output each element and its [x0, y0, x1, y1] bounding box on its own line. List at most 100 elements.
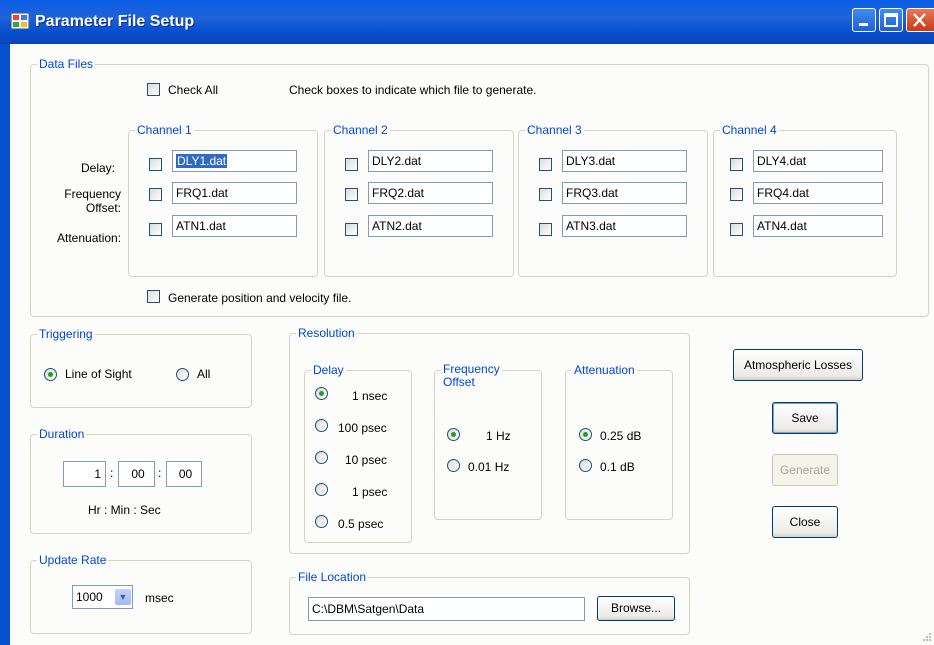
- position-velocity-label: Generate position and velocity file.: [168, 291, 352, 305]
- channel-3-group: Channel 3 DLY3.dat FRQ3.dat ATN3.dat: [518, 123, 708, 277]
- channel-3-freq-field[interactable]: FRQ3.dat: [562, 182, 687, 204]
- data-files-label: Data Files: [37, 57, 96, 71]
- channel-3-atten-checkbox[interactable]: [539, 223, 552, 236]
- duration-sep-1: :: [110, 466, 114, 480]
- offset-row-label: Offset:: [85, 201, 121, 215]
- window-frame: [0, 44, 10, 645]
- title-bar[interactable]: Parameter File Setup: [0, 0, 934, 44]
- atten-0-1db-radio[interactable]: [579, 459, 592, 472]
- trigger-all-label: All: [197, 367, 211, 381]
- delay-1nsec-label: 1 nsec: [352, 389, 388, 403]
- delay-0-5psec-radio[interactable]: [315, 515, 328, 528]
- channel-2-group: Channel 2 DLY2.dat FRQ2.dat ATN2.dat: [324, 123, 514, 277]
- channel-3-label: Channel 3: [525, 123, 584, 137]
- channel-2-freq-checkbox[interactable]: [345, 188, 358, 201]
- generate-button[interactable]: Generate: [772, 454, 838, 486]
- resize-grip-icon[interactable]: [920, 630, 932, 642]
- channel-4-freq-field[interactable]: FRQ4.dat: [753, 182, 883, 204]
- close-window-button[interactable]: [906, 8, 934, 32]
- client-area: Data Files Check All Check boxes to indi…: [10, 44, 934, 645]
- channel-4-freq-checkbox[interactable]: [730, 188, 743, 201]
- channel-1-freq-field[interactable]: FRQ1.dat: [172, 182, 297, 204]
- minimize-button[interactable]: [852, 8, 876, 32]
- channel-2-atten-field[interactable]: ATN2.dat: [368, 215, 493, 237]
- channel-4-delay-checkbox[interactable]: [730, 158, 743, 171]
- maximize-button[interactable]: [879, 8, 903, 32]
- triggering-group: Triggering Line of Sight All: [30, 327, 252, 408]
- channel-1-delay-checkbox[interactable]: [149, 158, 162, 171]
- save-button[interactable]: Save: [772, 402, 838, 434]
- close-button[interactable]: Close: [772, 506, 838, 538]
- channel-3-atten-field[interactable]: ATN3.dat: [562, 215, 687, 237]
- update-rate-select[interactable]: 1000 ▼: [72, 585, 133, 609]
- channel-2-atten-checkbox[interactable]: [345, 223, 358, 236]
- channel-1-freq-checkbox[interactable]: [149, 188, 162, 201]
- duration-units-label: Hr : Min : Sec: [88, 503, 161, 517]
- channel-4-delay-field[interactable]: DLY4.dat: [753, 150, 883, 172]
- channel-4-group: Channel 4 DLY4.dat FRQ4.dat ATN4.dat: [713, 123, 897, 277]
- delay-10psec-label: 10 psec: [345, 453, 388, 467]
- delay-resolution-group: Delay 1 nsec 100 psec 10 psec 1 psec 0.5…: [304, 363, 412, 543]
- channel-1-atten-field[interactable]: ATN1.dat: [172, 215, 297, 237]
- delay-10psec-radio[interactable]: [315, 451, 328, 464]
- duration-label: Duration: [37, 427, 87, 441]
- delay-1psec-label: 1 psec: [352, 485, 388, 499]
- frequency-label-line1: Frequency: [443, 362, 500, 376]
- atten-0-25db-label: 0.25 dB: [600, 429, 642, 443]
- maximize-icon: [884, 13, 898, 27]
- channel-2-freq-field[interactable]: FRQ2.dat: [368, 182, 493, 204]
- delay-100psec-radio[interactable]: [315, 419, 328, 432]
- channel-2-delay-field[interactable]: DLY2.dat: [368, 150, 493, 172]
- channel-1-delay-field[interactable]: DLY1.dat: [172, 150, 297, 172]
- position-velocity-checkbox[interactable]: [147, 290, 160, 303]
- channel-1-delay-value: DLY1.dat: [176, 154, 228, 168]
- channel-1-group: Channel 1 DLY1.dat FRQ1.dat ATN1.dat: [128, 123, 318, 277]
- channel-1-label: Channel 1: [135, 123, 194, 137]
- delay-1nsec-radio[interactable]: [315, 387, 328, 400]
- delay-1psec-radio[interactable]: [315, 483, 328, 496]
- trigger-all-radio[interactable]: [176, 368, 189, 381]
- resolution-group: Resolution Delay 1 nsec 100 psec 10 psec…: [289, 326, 690, 554]
- frequency-resolution-group: Frequency Offset 1 Hz 0.01 Hz: [434, 363, 542, 520]
- duration-seconds-field[interactable]: 00: [166, 461, 202, 487]
- channel-4-atten-checkbox[interactable]: [730, 223, 743, 236]
- duration-hours-field[interactable]: 1: [63, 461, 106, 487]
- channel-1-atten-checkbox[interactable]: [149, 223, 162, 236]
- frequency-row-label: Frequency: [64, 187, 121, 201]
- attenuation-row-label: Attenuation:: [57, 231, 122, 245]
- channel-3-freq-checkbox[interactable]: [539, 188, 552, 201]
- atten-0-25db-radio[interactable]: [579, 428, 592, 441]
- delay-100psec-label: 100 psec: [338, 421, 387, 435]
- frequency-resolution-label: Frequency Offset: [441, 363, 502, 389]
- close-icon: [913, 13, 926, 27]
- duration-minutes-field[interactable]: 00: [118, 461, 155, 487]
- channel-3-delay-field[interactable]: DLY3.dat: [562, 150, 687, 172]
- channel-4-atten-field[interactable]: ATN4.dat: [753, 215, 883, 237]
- parameter-file-setup-window: Parameter File Setup Data Files Check Al…: [0, 0, 934, 645]
- data-files-group: Data Files Check All Check boxes to indi…: [30, 57, 929, 317]
- chevron-down-icon[interactable]: ▼: [115, 589, 131, 605]
- freq-1hz-radio[interactable]: [447, 428, 460, 441]
- duration-sep-2: :: [158, 466, 162, 480]
- trigger-line-of-sight-label: Line of Sight: [65, 367, 132, 381]
- instruction-text: Check boxes to indicate which file to ge…: [289, 83, 537, 97]
- check-all-label: Check All: [168, 83, 219, 97]
- app-icon: [11, 13, 29, 29]
- channel-2-label: Channel 2: [331, 123, 390, 137]
- trigger-line-of-sight-radio[interactable]: [44, 368, 57, 381]
- check-all-checkbox[interactable]: [147, 83, 160, 96]
- channel-3-delay-checkbox[interactable]: [539, 158, 552, 171]
- window-title: Parameter File Setup: [35, 13, 195, 30]
- file-location-path-field[interactable]: C:\DBM\Satgen\Data: [308, 597, 585, 621]
- update-rate-label: Update Rate: [37, 553, 109, 567]
- frequency-label-line2: Offset: [443, 375, 475, 389]
- freq-0-01hz-radio[interactable]: [447, 459, 460, 472]
- atten-0-1db-label: 0.1 dB: [600, 460, 635, 474]
- channel-2-delay-checkbox[interactable]: [345, 158, 358, 171]
- file-location-group: File Location C:\DBM\Satgen\Data Browse.…: [289, 570, 690, 635]
- channel-4-label: Channel 4: [720, 123, 779, 137]
- atmospheric-losses-button[interactable]: Atmospheric Losses: [733, 349, 863, 381]
- delay-0-5psec-label: 0.5 psec: [338, 517, 384, 531]
- update-rate-group: Update Rate 1000 ▼ msec: [30, 553, 252, 634]
- browse-button[interactable]: Browse...: [597, 596, 675, 621]
